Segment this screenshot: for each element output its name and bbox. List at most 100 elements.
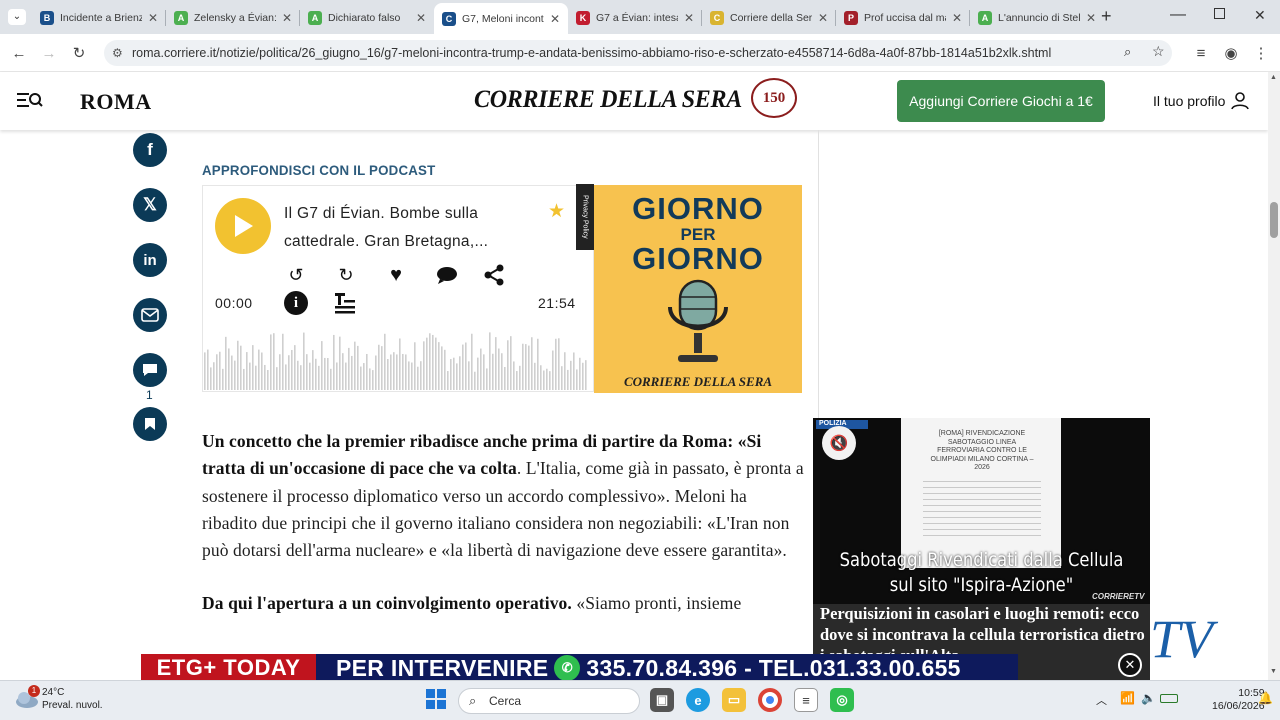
tray-chevron-icon[interactable]: ︿ [1096,692,1107,708]
bookmark-star-icon[interactable]: ☆ [1152,43,1165,60]
comments-icon[interactable] [133,353,167,387]
waveform-bar [348,347,350,390]
play-button[interactable] [215,198,271,254]
tab-close-icon[interactable]: ✕ [416,11,426,25]
browser-tab[interactable]: A L'annuncio di Stellantis ✕ [970,5,1104,31]
waveform-bar [396,354,398,390]
battery-icon[interactable] [1160,694,1178,703]
close-window-button[interactable]: ✕ [1254,7,1266,24]
scrollbar-thumb[interactable] [1270,202,1278,238]
menu-search-icon[interactable] [17,91,43,109]
maximize-button[interactable] [1214,8,1225,19]
tab-close-icon[interactable]: ✕ [1086,11,1096,25]
tab-favicon-icon: A [174,11,188,25]
tab-list-chevron-icon[interactable]: ⌄ [8,9,26,25]
tab-close-icon[interactable]: ✕ [818,11,828,25]
media-icon[interactable]: ≡ [1192,44,1210,62]
new-tab-button[interactable]: + [1101,6,1112,27]
waveform-bar [276,367,278,390]
notifications-icon[interactable]: 🔔 [1258,691,1273,705]
star-icon[interactable]: ★ [548,200,565,223]
linkedin-share-icon[interactable]: in [133,243,167,277]
video-document-title: [ROMA] RIVENDICAZIONE SABOTAGGIO LINEA F… [930,430,1034,471]
minimize-button[interactable]: — [1170,6,1186,24]
email-share-icon[interactable] [133,298,167,332]
giochi-subscribe-button[interactable]: Aggiungi Corriere Giochi a 1€ [897,80,1105,122]
browser-tab[interactable]: C Corriere della Sera ✕ [702,5,836,31]
x-share-icon[interactable]: 𝕏 [133,188,167,222]
task-view-icon[interactable]: ▣ [650,688,674,712]
waveform-bar [234,360,236,390]
browser-tab[interactable]: A Zelensky a Évian: ✕ [166,5,300,31]
browser-tab[interactable]: K G7 a Évian: intesa ✕ [568,5,702,31]
windows-start-icon[interactable] [426,689,446,709]
tab-close-icon[interactable]: ✕ [952,11,962,25]
privacy-policy-link[interactable]: Privacy Policy [576,184,594,250]
address-bar[interactable]: ⚙ roma.corriere.it/notizie/politica/26_g… [104,40,1172,66]
share-icon[interactable] [481,262,507,288]
tab-close-icon[interactable]: ✕ [550,12,560,26]
green-app-icon[interactable]: ◎ [830,688,854,712]
scroll-down-arrow-icon[interactable]: ▼ [1270,668,1277,675]
section-title[interactable]: ROMA [80,89,152,115]
tab-close-icon[interactable]: ✕ [148,11,158,25]
waveform-bar [516,371,518,390]
taskbar-clock[interactable]: 10:59 16/06/2026 [1212,687,1265,713]
notepad-icon[interactable]: ≡ [794,688,818,712]
waveform-bar [369,368,371,390]
transcript-icon[interactable] [333,291,357,315]
scroll-up-arrow-icon[interactable]: ▲ [1270,74,1277,81]
facebook-share-icon[interactable]: f [133,133,167,167]
waveform-bar [570,360,572,390]
forward-30-icon[interactable]: ↻ [333,262,359,288]
edge-icon[interactable]: e [686,688,710,712]
waveform-bar [243,368,245,390]
browser-tab[interactable]: C G7, Meloni incontra ✕ [434,3,568,34]
tab-title: G7 a Évian: intesa [596,12,678,24]
mute-icon[interactable]: 🔇 [822,426,856,460]
browser-tab[interactable]: P Prof uccisa dal marito ✕ [836,5,970,31]
video-caption: Sabotaggi Rivendicati dalla Cellula sul … [839,549,1124,596]
browser-tab[interactable]: A Dichiarato falso ✕ [300,5,434,31]
waveform-bar [564,352,566,390]
like-heart-icon[interactable]: ♥ [383,262,409,288]
volume-muted-icon[interactable]: 🔈 [1141,691,1156,705]
close-video-icon[interactable]: ✕ [1118,653,1142,677]
comment-bubble-icon[interactable] [434,262,460,288]
site-info-icon[interactable]: ⚙ [112,46,123,60]
tab-close-icon[interactable]: ✕ [282,11,292,25]
waveform-bar [249,362,251,390]
tab-strip: ⌄ B Incidente a Brienz ✕ A Zelensky a Évian:… [0,0,1280,34]
file-explorer-icon[interactable]: ▭ [722,688,746,712]
forward-arrow-icon[interactable]: → [40,44,58,62]
back-arrow-icon[interactable]: ← [10,44,28,62]
url-text: roma.corriere.it/notizie/politica/26_giu… [132,46,1052,60]
waveform-bar [441,346,443,390]
site-logo[interactable]: CORRIERE DELLA SERA [474,86,742,114]
waveform-bar [453,357,455,390]
reload-icon[interactable]: ↻ [70,44,88,62]
menu-kebab-icon[interactable]: ⋮ [1252,44,1270,62]
page-scrollbar[interactable] [1268,72,1280,680]
weather-icon[interactable]: 1 [14,685,40,709]
chrome-icon[interactable] [758,688,782,712]
wifi-icon[interactable]: 📶 [1120,691,1135,705]
tab-title: Dichiarato falso [328,12,401,24]
account-icon[interactable]: ◉ [1222,44,1240,62]
taskbar-search[interactable]: ⌕ Cerca [458,688,640,714]
zoom-icon[interactable]: ⌕ [1124,44,1131,60]
profile-link[interactable]: Il tuo profilo [1153,92,1250,110]
waveform-bar [333,334,335,390]
tab-close-icon[interactable]: ✕ [684,11,694,25]
waveform[interactable] [204,322,592,390]
info-icon[interactable]: i [284,291,308,315]
browser-tab[interactable]: B Incidente a Brienz ✕ [32,5,166,31]
waveform-bar [411,362,413,390]
rewind-10-icon[interactable]: ↺ [283,262,309,288]
bookmark-icon[interactable] [133,407,167,441]
weather-widget[interactable]: 24°C Preval. nuvol. [42,686,103,712]
waveform-bar [540,365,542,390]
tab-title: L'annuncio di Stellantis [998,12,1080,24]
waveform-bar [354,341,356,390]
waveform-bar [492,353,494,390]
